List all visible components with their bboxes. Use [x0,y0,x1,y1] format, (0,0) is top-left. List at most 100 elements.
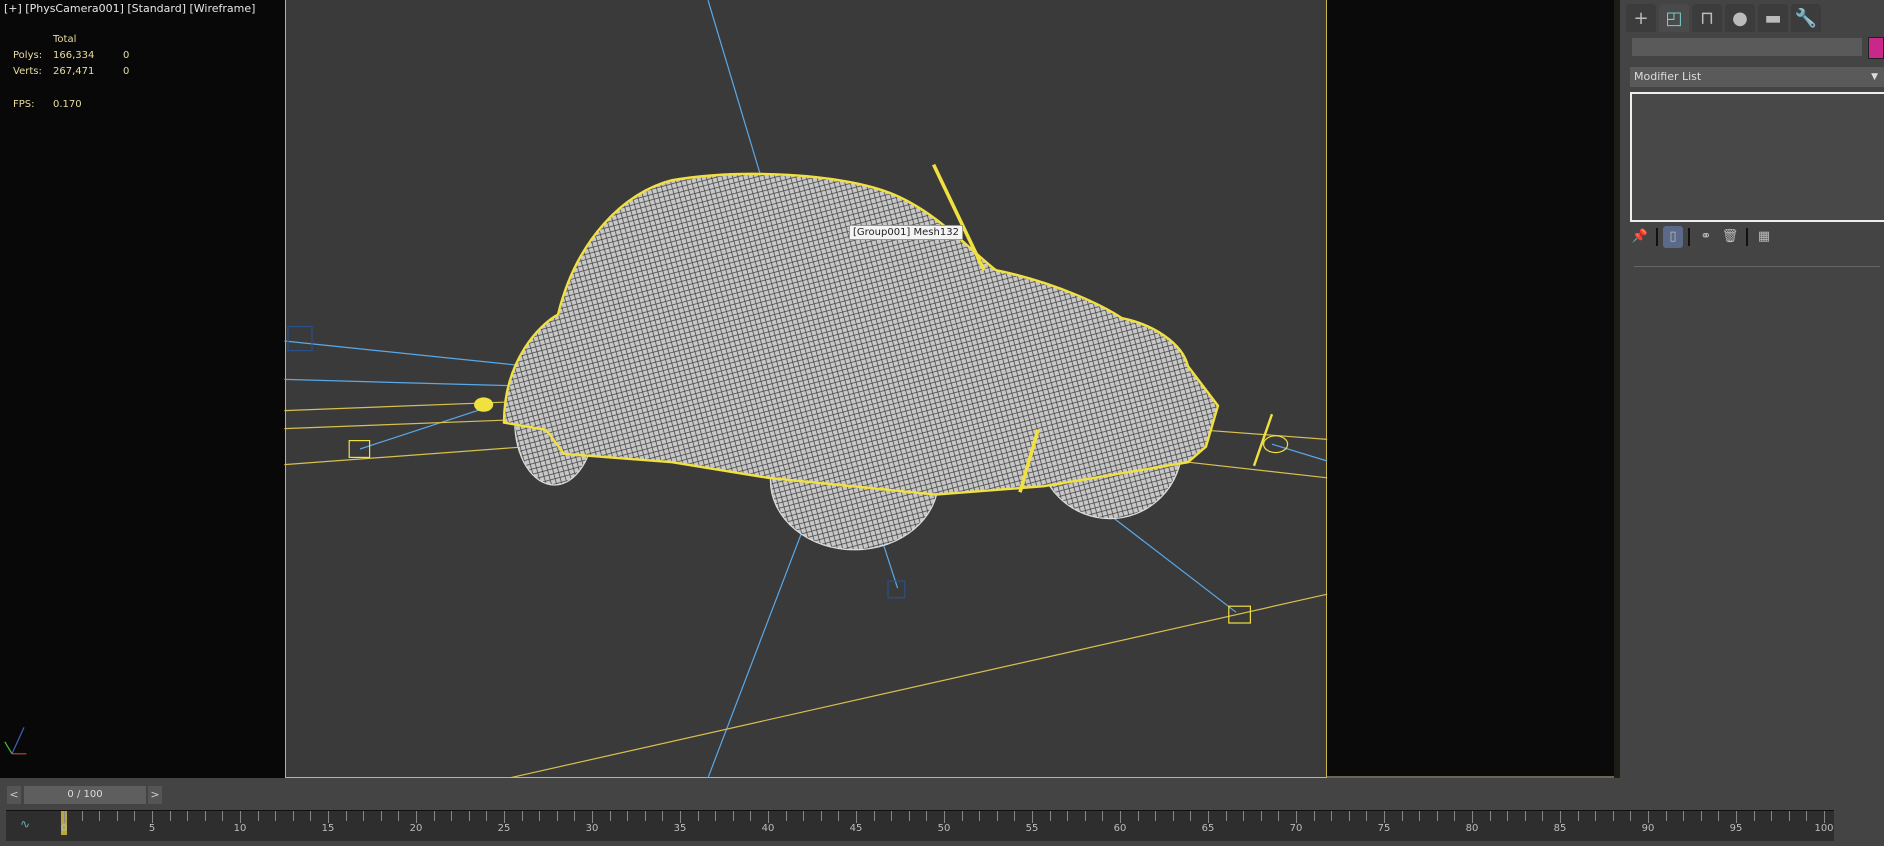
timeline-tick [1260,811,1262,821]
timeline-tick [1419,811,1421,821]
timeline-tick [1401,811,1403,821]
time-slider[interactable]: 0 / 100 [24,786,146,804]
timeline-tick [996,811,998,821]
axis-gizmo [4,727,27,755]
curve-editor-icon[interactable]: ∿ [20,817,30,831]
timeline-tick [486,811,488,821]
timeline-tick [785,811,787,821]
next-frame-button[interactable]: > [148,786,162,804]
timeline-label: 30 [585,823,599,834]
polys-total: 166,334 [53,50,95,61]
timeline-tick [451,811,453,821]
timeline-tick [1630,811,1632,821]
wireframe-scene[interactable] [0,0,1884,778]
timeline-label: 35 [673,823,687,834]
tab-utilities[interactable]: 🔧 [1791,4,1821,32]
verts-label: Verts: [13,66,42,77]
timeline-tick [134,811,136,821]
timeline-tick [1331,811,1333,821]
timeline-tick [1384,811,1385,823]
tab-motion[interactable]: ● [1725,4,1755,32]
command-panel: + ◰ ⊓ ● ▬ 🔧 Modifier List ▼ 📌 ▯ ⚭ 🗑 ▦ [1614,0,1884,778]
timeline-label: 50 [937,823,951,834]
configure-sets-icon[interactable]: ▦ [1754,226,1774,248]
timeline-tick [715,811,717,821]
timeline-tick [1472,811,1473,823]
motion-icon: ● [1732,7,1748,29]
pin-stack-icon[interactable]: 📌 [1630,226,1650,248]
timeline-tick [1225,811,1227,821]
timeline-tick [1120,811,1121,823]
tab-modify[interactable]: ◰ [1659,4,1689,32]
timeline-tick [380,811,382,821]
timeline-label: 20 [409,823,423,834]
timeline-tick [750,811,752,821]
timeline-label: 70 [1289,823,1303,834]
rollout-divider[interactable] [1634,266,1880,267]
timeline-tick [116,811,118,821]
timeline-label: 10 [233,823,247,834]
timeline-tick [169,811,171,821]
prev-frame-button[interactable]: < [7,786,21,804]
timeline-tick [873,811,875,821]
viewport-label[interactable]: [+] [PhysCamera001] [Standard] [Wirefram… [4,2,255,15]
timeline-tick [1771,811,1773,821]
timeline-tick [328,811,329,823]
timeline-tick [926,811,928,821]
timeline-label: 75 [1377,823,1391,834]
timeline-tick [856,811,857,823]
timeline-label: 85 [1553,823,1567,834]
timeline-tick [574,811,576,821]
car-wireframe[interactable] [474,163,1289,551]
timeline-label: 55 [1025,823,1039,834]
timeline-tick [1049,811,1051,821]
timeline-tick [1577,811,1579,821]
hierarchy-icon: ⊓ [1699,7,1715,29]
timeline-tick [1542,811,1544,821]
timeline-tick [697,811,699,821]
object-color-swatch[interactable] [1868,37,1884,59]
timeline-tick [1700,811,1702,821]
timeline-tick [1753,811,1755,821]
timeline-tick [1278,811,1280,821]
trash-icon[interactable]: 🗑 [1720,226,1740,248]
timeline-tick [961,811,963,821]
timeline-tick [1454,811,1456,821]
tab-hierarchy[interactable]: ⊓ [1692,4,1722,32]
timeline-tick [81,811,83,821]
timeline-tick [1032,811,1033,823]
track-bar[interactable]: ∿ 0 5 10 15 20 25 30 35 40 45 50 55 60 65 70 75 80 85 90 95… [6,810,1834,841]
timeline-tick [662,811,664,821]
timeline-tick [398,811,400,821]
stats-header: Total [53,34,77,45]
display-icon: ▬ [1764,7,1782,29]
object-name-input[interactable] [1632,38,1862,56]
timeline-tick [1102,811,1104,821]
make-unique-icon[interactable]: ⚭ [1696,226,1716,248]
divider [1746,228,1748,246]
timeline-tick [1736,811,1737,823]
timeline-tick [908,811,910,821]
timeline-tick [204,811,206,821]
fps-value: 0.170 [53,99,82,110]
timeline-tick [1084,811,1086,821]
timeline-tick [1296,811,1297,823]
modify-icon: ◰ [1665,7,1683,29]
modifier-list-dropdown[interactable]: Modifier List ▼ [1630,67,1884,87]
timeline-label: 45 [849,823,863,834]
timeline-tick [521,811,523,821]
tab-display[interactable]: ▬ [1758,4,1788,32]
timeline-tick [1208,811,1209,823]
timeline-tick [1067,811,1069,821]
timeline-tick [152,811,153,823]
timeline-tick [345,811,347,821]
timeline-tick [1348,811,1350,821]
show-end-result-icon[interactable]: ▯ [1663,226,1683,248]
modifier-stack[interactable] [1630,92,1884,222]
chevron-down-icon: ▼ [1871,72,1878,82]
timeline-tick [1313,811,1315,821]
tab-create[interactable]: + [1626,4,1656,32]
fps-label: FPS: [13,99,35,110]
timeline-tick [240,811,241,823]
timeline-tick [1665,811,1667,821]
